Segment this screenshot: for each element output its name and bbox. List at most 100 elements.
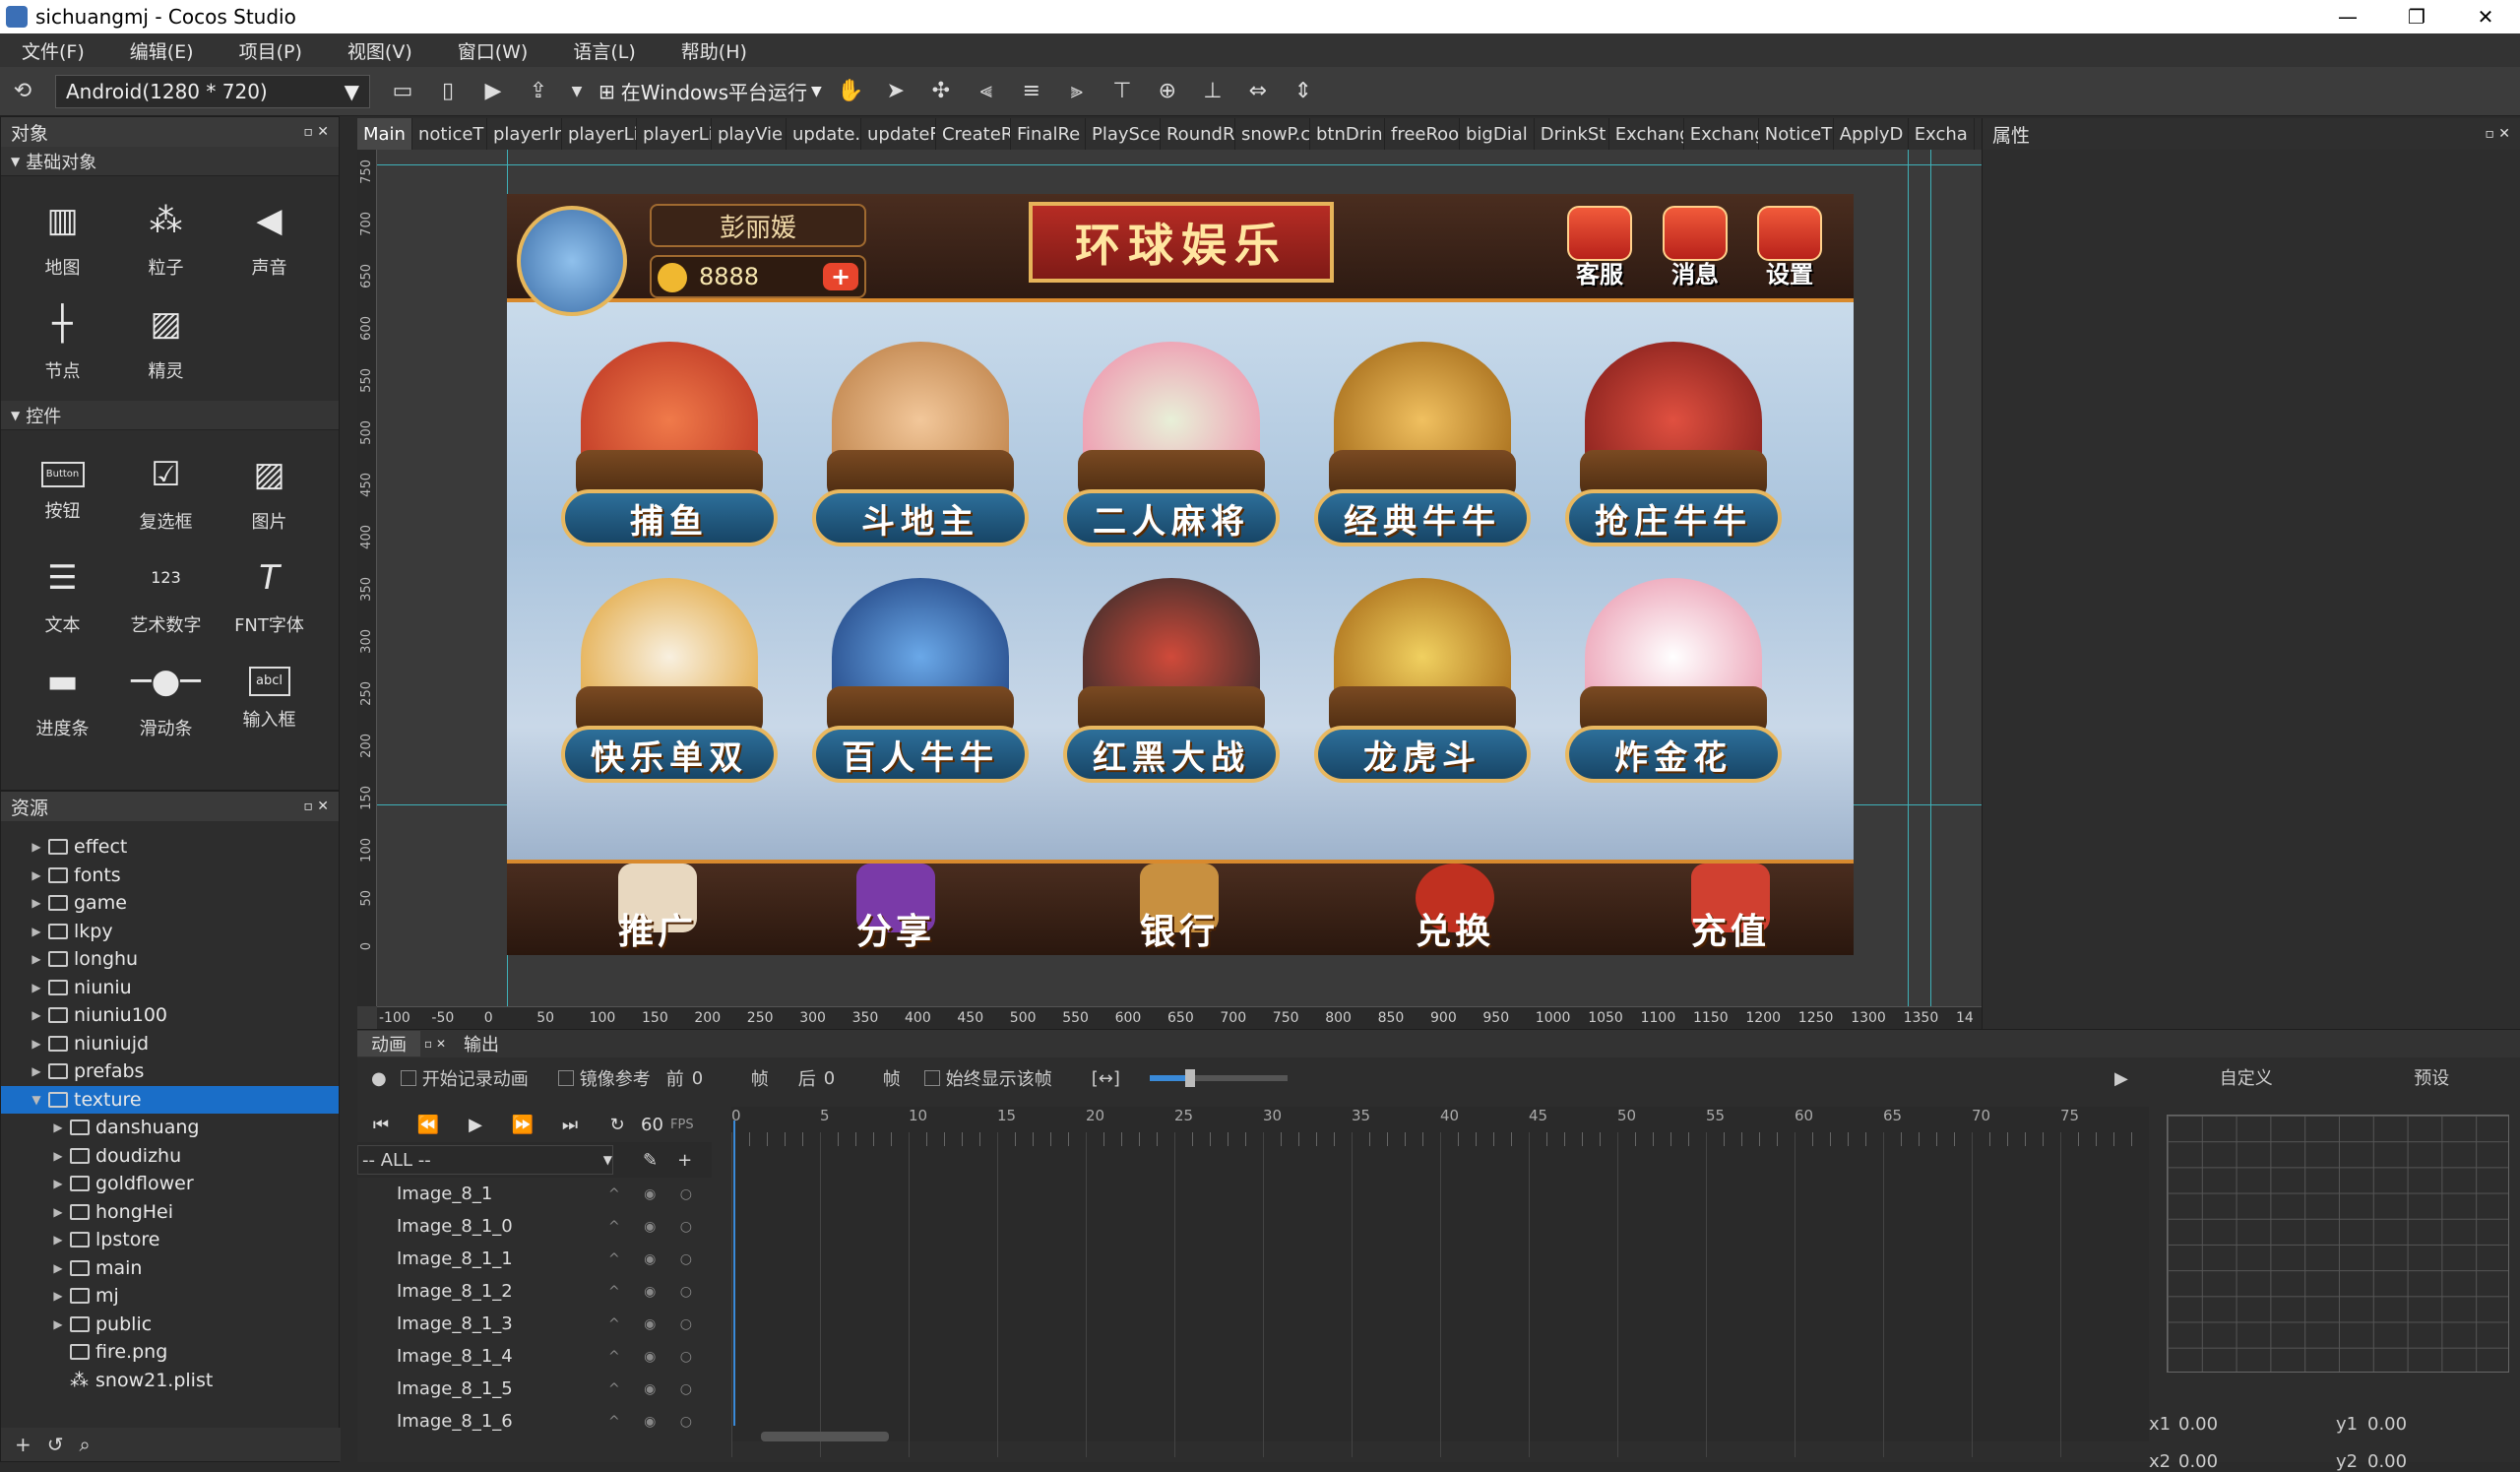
loop-icon[interactable]: ↻ [594, 1115, 641, 1135]
track-row[interactable]: Image_8_1_3 ^ ◉ ○ [357, 1308, 712, 1340]
panel-close-icon[interactable]: ▫ ✕ [420, 1037, 450, 1051]
align-center-icon[interactable]: ≡ [1015, 75, 1048, 108]
track-row[interactable]: Image_8_1_6 ^ ◉ ○ [357, 1405, 712, 1438]
panel-close-icon[interactable]: ▫ ✕ [303, 124, 329, 140]
track-visibility-icons[interactable]: ^ ◉ ○ [608, 1284, 702, 1300]
menu-edit[interactable]: 编辑(E) [107, 37, 217, 64]
record-checkbox[interactable] [400, 1070, 416, 1086]
tree-item-niuniu100[interactable]: ▶ niuniu100 [1, 1001, 339, 1030]
menu-language[interactable]: 语言(L) [550, 37, 658, 64]
fit-icon[interactable]: [↔] [1092, 1068, 1120, 1089]
always-show-checkbox[interactable] [923, 1070, 940, 1086]
tree-item-danshuang[interactable]: ▶ danshuang [1, 1114, 339, 1142]
tree-item-effect[interactable]: ▶ effect [1, 833, 339, 862]
curve-editor-grid[interactable] [2167, 1115, 2509, 1373]
doc-tab[interactable]: Exchang [1609, 118, 1684, 150]
timeline-area[interactable]: 0 5 10 15 20 25 30 35 40 45 50 55 60 65 70 75 [731, 1107, 2149, 1457]
doc-tab[interactable]: bigDial [1460, 118, 1535, 150]
tab-animation[interactable]: 动画 [357, 1031, 420, 1056]
player-avatar[interactable] [517, 206, 627, 316]
panel-close-icon[interactable]: ▫ ✕ [2485, 126, 2510, 142]
publish-icon[interactable]: ⇪ [522, 75, 555, 108]
doc-tab[interactable]: PlaySce [1086, 118, 1161, 150]
game-fishing[interactable]: 捕鱼 [561, 342, 778, 558]
align-right-icon[interactable]: ⫸ [1060, 75, 1094, 108]
tree-item-fonts[interactable]: ▶ fonts [1, 862, 339, 890]
game-dragon-tiger[interactable]: 龙虎斗 [1314, 578, 1531, 795]
doc-tab[interactable]: update. [787, 118, 861, 150]
game-two-player-mahjong[interactable]: 二人麻将 [1063, 342, 1280, 558]
track-visibility-icons[interactable]: ^ ◉ ○ [608, 1381, 702, 1397]
tree-item-niuniujd[interactable]: ▶ niuniujd [1, 1030, 339, 1058]
tab-output[interactable]: 输出 [450, 1031, 513, 1056]
bank-button[interactable]: 银行 [1115, 864, 1243, 954]
select-tool-icon[interactable]: ➤ [879, 75, 913, 108]
next-frame-icon[interactable]: ⏩ [499, 1115, 546, 1135]
menu-project[interactable]: 项目(P) [217, 37, 325, 64]
control-progress-bar[interactable]: ▬ 进度条 [11, 647, 114, 750]
distribute-v-icon[interactable]: ⇕ [1287, 75, 1320, 108]
x1-input[interactable]: 0.00 [2178, 1414, 2218, 1435]
doc-tab[interactable]: snowP.c [1235, 118, 1310, 150]
game-doudizhu[interactable]: 斗地主 [812, 342, 1029, 558]
play-icon[interactable]: ▶ [452, 1115, 499, 1135]
play-icon[interactable]: ▶ [476, 75, 510, 108]
game-lobby-scene[interactable]: 彭丽媛 8888 + 环球娱乐 客服 消息 设置 捕鱼 斗地主 二人麻将 经典牛… [507, 194, 1854, 955]
messages-button[interactable]: 消息 [1661, 206, 1730, 290]
tree-item-goldflower[interactable]: ▶ goldflower [1, 1170, 339, 1198]
basic-objects-section[interactable]: ▼ 基础对象 [1, 147, 339, 176]
tree-item-niuniu[interactable]: ▶ niuniu [1, 974, 339, 1002]
doc-tab[interactable]: playerLi [637, 118, 712, 150]
track-row[interactable]: Image_8_1_4 ^ ◉ ○ [357, 1340, 712, 1373]
doc-tab[interactable]: btnDrin [1310, 118, 1385, 150]
tree-item-fire-png[interactable]: fire.png [1, 1338, 339, 1367]
menu-view[interactable]: 视图(V) [325, 37, 435, 64]
object-sound[interactable]: ◀ 声音 [218, 186, 321, 289]
track-filter-select[interactable]: -- ALL -- ▼ [357, 1145, 613, 1175]
game-classic-niuniu[interactable]: 经典牛牛 [1314, 342, 1531, 558]
minimize-button[interactable]: — [2313, 0, 2382, 33]
tree-item-snow21-plist[interactable]: ⁂ snow21.plist [1, 1367, 339, 1395]
panel-close-icon[interactable]: ▫ ✕ [303, 799, 329, 814]
track-visibility-icons[interactable]: ^ ◉ ○ [608, 1349, 702, 1365]
pencil-icon[interactable]: ✎ [643, 1150, 658, 1171]
fps-input[interactable]: 60 [641, 1115, 670, 1135]
doc-tab[interactable]: RoundR [1161, 118, 1235, 150]
game-golden-flower[interactable]: 炸金花 [1565, 578, 1782, 795]
align-middle-icon[interactable]: ⊕ [1151, 75, 1184, 108]
refresh-icon[interactable]: ↺ [47, 1433, 64, 1456]
doc-tab[interactable]: playerLi [562, 118, 637, 150]
doc-tab[interactable]: freeRoo [1385, 118, 1460, 150]
menu-window[interactable]: 窗口(W) [435, 37, 551, 64]
add-icon[interactable]: + [677, 1150, 692, 1171]
doc-tab[interactable]: updateF [861, 118, 936, 150]
tree-item-lpstore[interactable]: ▶ lpstore [1, 1226, 339, 1254]
doc-tab[interactable]: ApplyD [1834, 118, 1909, 150]
track-visibility-icons[interactable]: ^ ◉ ○ [608, 1186, 702, 1202]
chevron-down-icon[interactable]: ▼ [567, 75, 587, 108]
control-input-box[interactable]: abcl 输入框 [218, 647, 321, 750]
customer-service-button[interactable]: 客服 [1565, 206, 1634, 290]
scene-canvas[interactable]: 750 700 650 600 550 500 450 400 350 300 250 200 150 1… [357, 150, 1982, 1029]
control-slider[interactable]: ─●─ 滑动条 [114, 647, 218, 750]
tree-item-texture[interactable]: ▼ texture [1, 1085, 339, 1114]
track-row[interactable]: Image_8_1_0 ^ ◉ ○ [357, 1210, 712, 1243]
tree-item-longhu[interactable]: ▶ longhu [1, 945, 339, 974]
landscape-icon[interactable]: ▭ [386, 75, 419, 108]
control-art-number[interactable]: 123 艺术数字 [114, 544, 218, 647]
tree-item-game[interactable]: ▶ game [1, 889, 339, 918]
object-map[interactable]: ▥ 地图 [11, 186, 114, 289]
track-visibility-icons[interactable]: ^ ◉ ○ [608, 1316, 702, 1332]
doc-tab[interactable]: noticeT [412, 118, 487, 150]
doc-tab[interactable]: CreateR [936, 118, 1011, 150]
distribute-h-icon[interactable]: ⇔ [1241, 75, 1275, 108]
play-preview-icon[interactable]: ▶ [2114, 1068, 2128, 1089]
align-bottom-icon[interactable]: ⊥ [1196, 75, 1229, 108]
y1-input[interactable]: 0.00 [2367, 1414, 2407, 1435]
zoom-slider[interactable] [1149, 1069, 1288, 1087]
track-visibility-icons[interactable]: ^ ◉ ○ [608, 1251, 702, 1267]
tree-item-doudizhu[interactable]: ▶ doudizhu [1, 1142, 339, 1171]
before-frames-input[interactable]: 0 [692, 1068, 751, 1089]
control-image[interactable]: ▨ 图片 [218, 440, 321, 544]
object-node[interactable]: ┼ 节点 [11, 289, 114, 393]
